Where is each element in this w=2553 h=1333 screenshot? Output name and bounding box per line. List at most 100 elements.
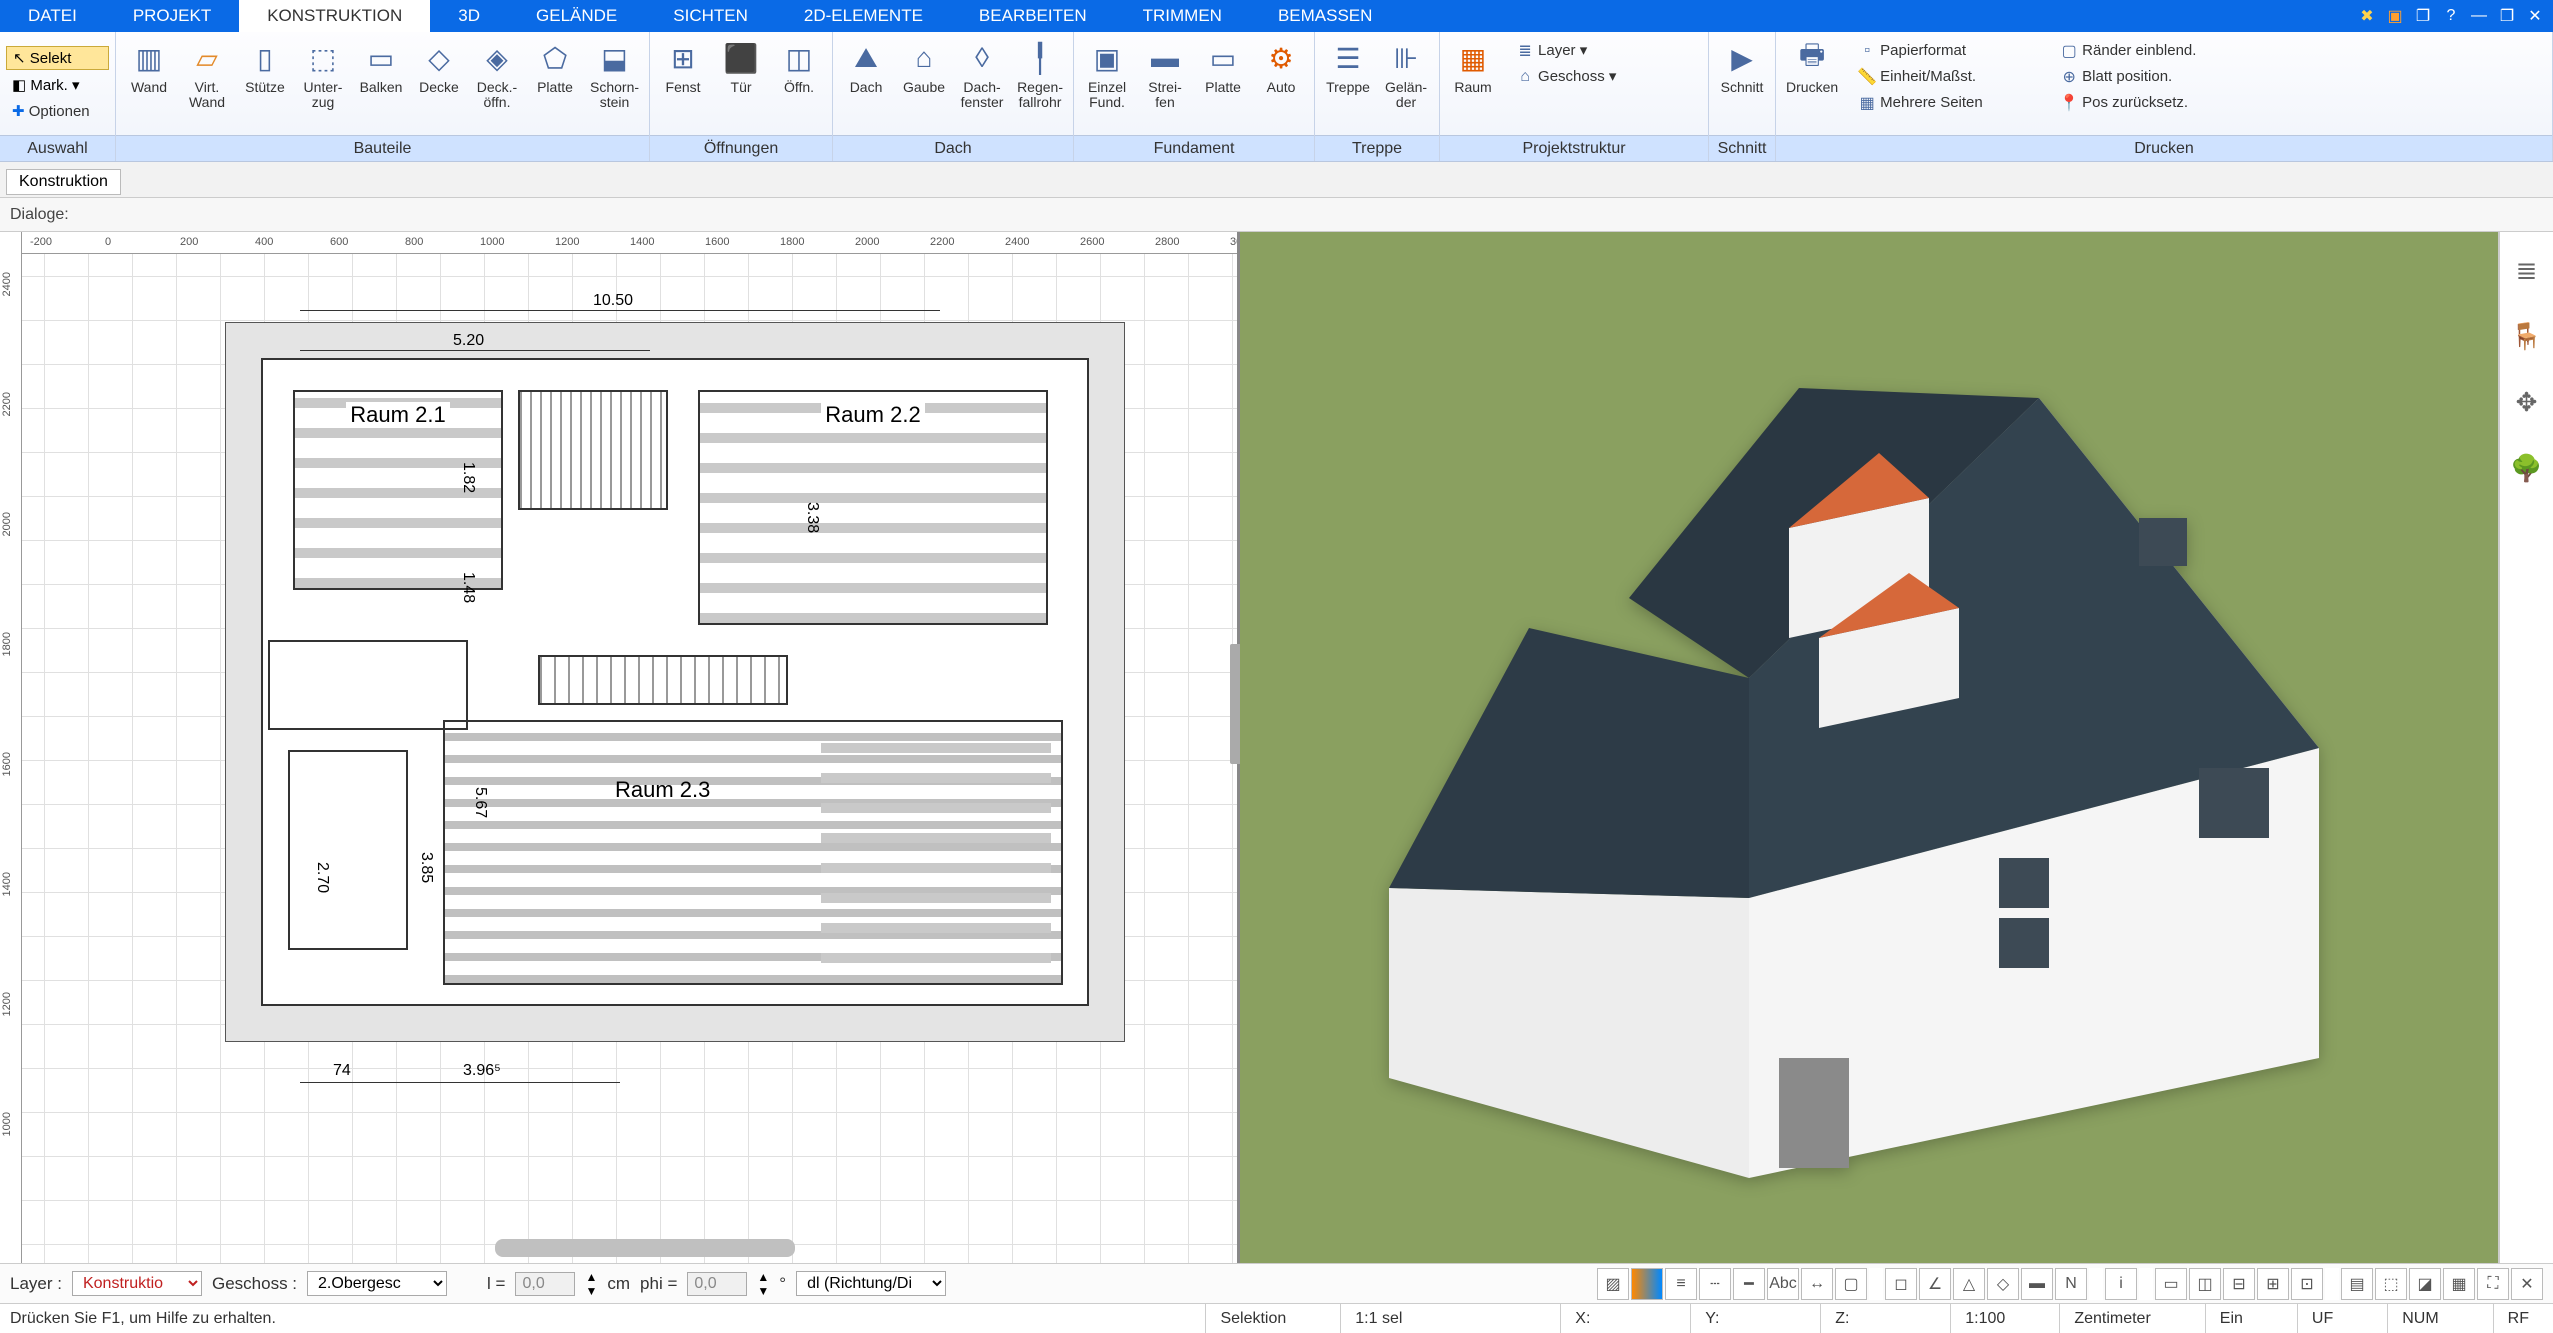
tab-trimmen[interactable]: TRIMMEN [1115, 0, 1250, 32]
tab-3d[interactable]: 3D [430, 0, 508, 32]
layer-button[interactable]: ≣Layer ▾ [1508, 38, 1698, 64]
length-input[interactable] [515, 1272, 575, 1296]
opt-n-icon[interactable]: N [2055, 1268, 2087, 1300]
tab-bemassen[interactable]: BEMASSEN [1250, 0, 1400, 32]
geschoss-button[interactable]: ⌂Geschoss ▾ [1508, 64, 1698, 90]
box-icon[interactable]: ▣ [2383, 6, 2407, 26]
subtab-konstruktion[interactable]: Konstruktion [6, 169, 121, 195]
view-axo-icon[interactable]: ◪ [2409, 1268, 2441, 1300]
opening-icon: ◫ [779, 38, 819, 78]
optionen-button[interactable]: ✚ Optionen [6, 100, 109, 122]
wand-button[interactable]: ▥Wand [120, 34, 178, 99]
geschoss-select[interactable]: 2.Obergesc [307, 1271, 447, 1296]
opt-angle-icon[interactable]: ∠ [1919, 1268, 1951, 1300]
tuer-button[interactable]: ⬛Tür [712, 34, 770, 99]
opt-thick-icon[interactable]: ━ [1733, 1268, 1765, 1300]
raender-button[interactable]: ▢Ränder einblend. [2052, 38, 2242, 64]
drucken-button[interactable]: 🖶Drucken [1780, 34, 1844, 99]
opt-dim-icon[interactable]: ↔ [1801, 1268, 1833, 1300]
schnitt-button[interactable]: ▶Schnitt [1713, 34, 1771, 99]
deckoeffn-button[interactable]: ◈Deck.- öffn. [468, 34, 526, 115]
view-single-icon[interactable]: ▭ [2155, 1268, 2187, 1300]
selekt-button[interactable]: ↖ Selekt [6, 46, 109, 70]
opt-text-icon[interactable]: Abc [1767, 1268, 1799, 1300]
tab-projekt[interactable]: PROJEKT [105, 0, 239, 32]
close-icon[interactable]: ✕ [2523, 6, 2547, 26]
papierformat-button[interactable]: ▫Papierformat [1850, 38, 2040, 64]
oeffn-button[interactable]: ◫Öffn. [770, 34, 828, 99]
section-icon: ▶ [1722, 38, 1762, 78]
status-help: Drücken Sie F1, um Hilfe zu erhalten. [10, 1310, 276, 1328]
gelaender-button[interactable]: ⊪Gelän- der [1377, 34, 1435, 115]
einzel-fund-button[interactable]: ▣Einzel Fund. [1078, 34, 1136, 115]
opt-roof-icon[interactable]: △ [1953, 1268, 1985, 1300]
furniture-icon[interactable]: 🪑 [2509, 318, 2545, 354]
view-grid-icon[interactable]: ▦ [2443, 1268, 2475, 1300]
plan-viewport[interactable]: -200020040060080010001200140016001800200… [0, 232, 1240, 1263]
opt-wall-icon[interactable]: ▬ [2021, 1268, 2053, 1300]
mode-select[interactable]: dl (Richtung/Di [796, 1271, 946, 1296]
opt-i-icon[interactable]: i [2105, 1268, 2137, 1300]
layer-select[interactable]: Konstruktio [72, 1271, 202, 1296]
dachfenster-button[interactable]: ◊Dach- fenster [953, 34, 1011, 115]
restore-icon[interactable]: ❐ [2495, 6, 2519, 26]
platte-button[interactable]: ⬠Platte [526, 34, 584, 99]
view-triple-icon[interactable]: ⊡ [2291, 1268, 2323, 1300]
treppe-button[interactable]: ☰Treppe [1319, 34, 1377, 99]
view-split-v-icon[interactable]: ◫ [2189, 1268, 2221, 1300]
pos-zurueck-button[interactable]: 📍Pos zurücksetz. [2052, 90, 2242, 116]
mark-button[interactable]: ◧ Mark. ▾ [6, 74, 109, 96]
room-2-2[interactable]: Raum 2.2 [698, 390, 1048, 625]
help-icon[interactable]: ? [2439, 6, 2463, 26]
opt-lines-icon[interactable]: ≡ [1665, 1268, 1697, 1300]
view-3d-icon[interactable]: ⬚ [2375, 1268, 2407, 1300]
fenst-button[interactable]: ⊞Fenst [654, 34, 712, 99]
view-2d-icon[interactable]: ▤ [2341, 1268, 2373, 1300]
slab-icon: ◇ [419, 38, 459, 78]
opt-box-icon[interactable]: ▢ [1835, 1268, 1867, 1300]
regenfallrohr-button[interactable]: ╿Regen- fallrohr [1011, 34, 1069, 115]
phi-input[interactable] [687, 1272, 747, 1296]
tab-sichten[interactable]: SICHTEN [645, 0, 776, 32]
virt-wand-button[interactable]: ▱Virt. Wand [178, 34, 236, 115]
view-close-icon[interactable]: ✕ [2511, 1268, 2543, 1300]
scrollbar-horizontal[interactable] [495, 1239, 795, 1257]
opt-hatch-icon[interactable]: ▨ [1597, 1268, 1629, 1300]
balken-button[interactable]: ▭Balken [352, 34, 410, 99]
dormer-icon: ⌂ [904, 38, 944, 78]
ruler-vertical: 24002200200018001600140012001000 [0, 232, 22, 1263]
opt-dash-icon[interactable]: ┄ [1699, 1268, 1731, 1300]
layers-panel-icon[interactable]: ≣ [2509, 252, 2545, 288]
stuetze-button[interactable]: ▯Stütze [236, 34, 294, 99]
tree-icon[interactable]: 🌳 [2509, 450, 2545, 486]
auto-fund-button[interactable]: ⚙Auto [1252, 34, 1310, 99]
streifen-button[interactable]: ▬Strei- fen [1136, 34, 1194, 115]
window-icon[interactable]: ❐ [2411, 6, 2435, 26]
tab-konstruktion[interactable]: KONSTRUKTION [239, 0, 430, 32]
opt-ortho-icon[interactable]: ◻ [1885, 1268, 1917, 1300]
schornstein-button[interactable]: ⬓Schorn- stein [584, 34, 645, 115]
tool-icon[interactable]: ✖ [2355, 6, 2379, 26]
platte-fund-button[interactable]: ▭Platte [1194, 34, 1252, 99]
opt-color-icon[interactable] [1631, 1268, 1663, 1300]
raum-button[interactable]: ▦Raum [1444, 34, 1502, 99]
tab-bearbeiten[interactable]: BEARBEITEN [951, 0, 1115, 32]
3d-viewport[interactable] [1240, 232, 2499, 1263]
view-quad-icon[interactable]: ⊞ [2257, 1268, 2289, 1300]
minimize-icon[interactable]: — [2467, 6, 2491, 26]
tab-2d-elemente[interactable]: 2D-ELEMENTE [776, 0, 951, 32]
gaube-button[interactable]: ⌂Gaube [895, 34, 953, 99]
view-split-h-icon[interactable]: ⊟ [2223, 1268, 2255, 1300]
opt-plane-icon[interactable]: ◇ [1987, 1268, 2019, 1300]
navigate-icon[interactable]: ✥ [2509, 384, 2545, 420]
room-2-3[interactable]: Raum 2.3 [443, 720, 1063, 985]
view-maximize-icon[interactable]: ⛶ [2477, 1268, 2509, 1300]
decke-button[interactable]: ◇Decke [410, 34, 468, 99]
einheit-button[interactable]: 📏Einheit/Maßst. [1850, 64, 2040, 90]
tab-datei[interactable]: DATEI [0, 0, 105, 32]
tab-gelaende[interactable]: GELÄNDE [508, 0, 645, 32]
dach-button[interactable]: ⛰Dach [837, 34, 895, 99]
blatt-position-button[interactable]: ⊕Blatt position. [2052, 64, 2242, 90]
mehrere-seiten-button[interactable]: ▦Mehrere Seiten [1850, 90, 2040, 116]
unterzug-button[interactable]: ⬚Unter- zug [294, 34, 352, 115]
